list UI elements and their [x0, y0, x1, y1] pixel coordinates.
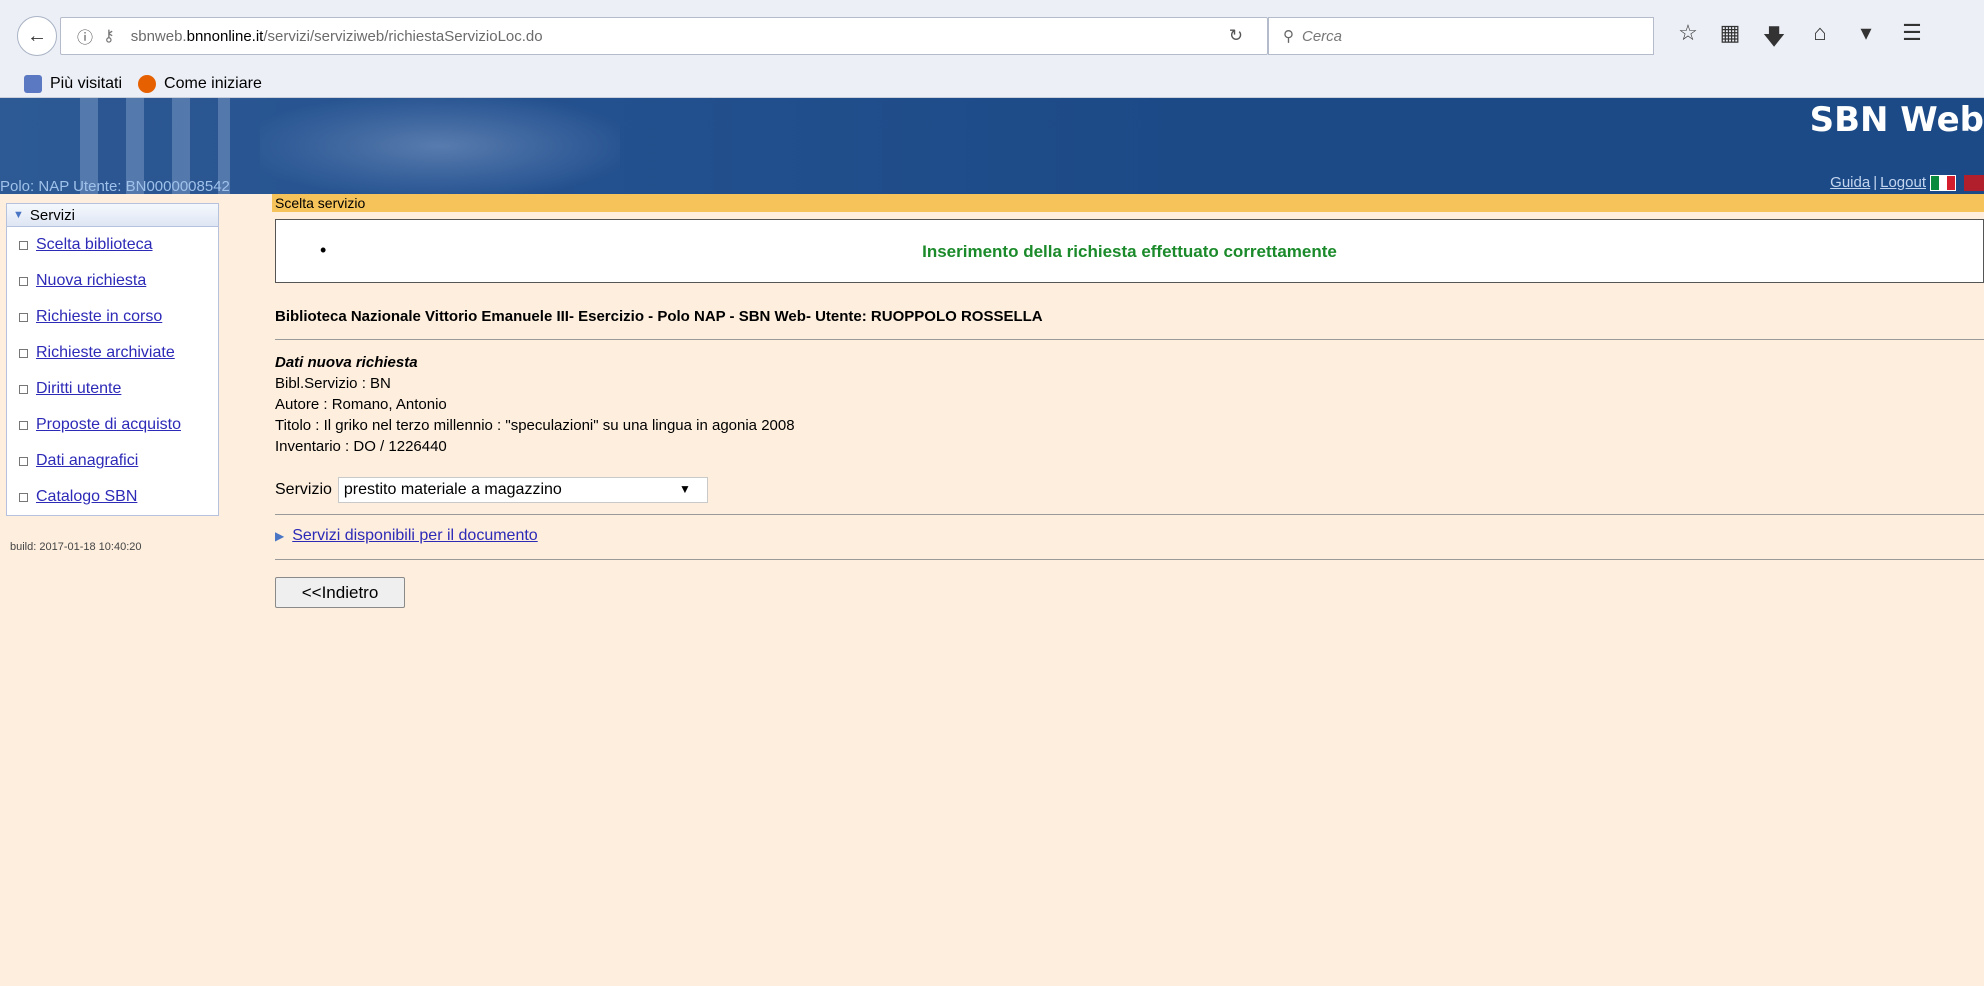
uk-flag-icon[interactable] [1964, 174, 1984, 191]
collapse-triangle-icon: ▼ [13, 209, 24, 221]
titolo: Titolo : Il griko nel terzo millennio : … [275, 417, 795, 434]
bullet-square-icon [19, 384, 28, 394]
url-bar[interactable]: ⓘ ⚷ sbnweb. bnnonline.it/servizi/serviziw… [60, 17, 1268, 55]
bookmarks-bar: Più visitati Come iniziare [0, 70, 1984, 98]
details-heading: Dati nuova richiesta [275, 354, 418, 371]
pocket-icon[interactable]: ▾ [1852, 20, 1880, 46]
star-icon[interactable]: ☆ [1674, 20, 1702, 46]
success-message: Inserimento della richiesta effettuato c… [922, 242, 1337, 261]
success-message-box: • Inserimento della richiesta effettuato… [275, 219, 1984, 283]
servizio-selected-value: prestito materiale a magazzino [343, 481, 562, 498]
servizi-disponibili-row: ▶ Servizi disponibili per il documento [275, 527, 538, 545]
divider [275, 514, 1984, 515]
autore: Autore : Romano, Antonio [275, 396, 447, 413]
bookmark-piu-visitati[interactable]: Più visitati [24, 74, 122, 93]
servizio-row: Servizio prestito materiale a magazzino … [275, 477, 708, 503]
url-host: bnnonline.it [186, 27, 264, 45]
browser-toolbar: ← ⓘ ⚷ sbnweb. bnnonline.it/servizi/serviz… [0, 0, 1984, 70]
sidebar-item-scelta-biblioteca[interactable]: Scelta biblioteca [7, 227, 218, 263]
bullet-square-icon [19, 348, 28, 358]
inventario: Inventario : DO / 1226440 [275, 438, 447, 455]
sidebar-item-richieste-archiviate[interactable]: Richieste archiviate [7, 335, 218, 371]
sidebar-item-proposte-di-acquisto[interactable]: Proposte di acquisto [7, 407, 218, 443]
expand-triangle-icon[interactable]: ▶ [275, 529, 284, 543]
chevron-down-icon: ▼ [679, 482, 691, 496]
divider [275, 559, 1984, 560]
bullet-square-icon [19, 276, 28, 286]
download-icon[interactable]: 🡇 [1760, 20, 1788, 58]
bookmark-come-iniziare[interactable]: Come iniziare [138, 74, 262, 93]
bookmark-folder-icon [24, 74, 42, 93]
indietro-button[interactable]: <<Indietro [275, 577, 405, 608]
link-separator: | [1873, 174, 1878, 191]
sidebar: ▼ Servizi Scelta biblioteca Nuova richie… [6, 203, 219, 516]
home-icon[interactable]: ⌂ [1806, 20, 1834, 46]
servizio-label: Servizio [275, 481, 332, 498]
italian-flag-icon[interactable] [1930, 174, 1956, 191]
banner-decoration-image [260, 98, 620, 194]
search-placeholder: Cerca [1302, 27, 1343, 45]
sidebar-item-catalogo-sbn[interactable]: Catalogo SBN [7, 479, 218, 515]
bullet-square-icon [19, 456, 28, 466]
sidebar-item-diritti-utente[interactable]: Diritti utente [7, 371, 218, 407]
guida-link[interactable]: Guida [1830, 174, 1870, 191]
section-tab: Scelta servizio [272, 194, 1984, 212]
site-title: SBN Web [1809, 100, 1984, 140]
info-icon[interactable]: ⓘ [77, 24, 93, 48]
servizio-select[interactable]: prestito materiale a magazzino ▼ [337, 477, 708, 503]
key-icon: ⚷ [103, 28, 115, 45]
url-path: /servizi/serviziweb/richiestaServizioLoc… [263, 27, 543, 45]
bibl-servizio: Bibl.Servizio : BN [275, 375, 391, 392]
servizi-disponibili-link[interactable]: Servizi disponibili per il documento [292, 527, 537, 545]
divider [275, 339, 1984, 340]
bullet-square-icon [19, 240, 28, 250]
url-prefix: sbnweb. [130, 27, 187, 45]
bullet-square-icon [19, 312, 28, 322]
menu-icon[interactable]: ☰ [1898, 20, 1926, 46]
header-links: Guida | Logout [1830, 174, 1984, 191]
sidebar-item-dati-anagrafici[interactable]: Dati anagrafici [7, 443, 218, 479]
request-details: Dati nuova richiesta Bibl.Servizio : BN … [275, 352, 795, 457]
user-polo-info: Polo: NAP Utente: BN0000008542 [0, 178, 230, 195]
site-header-banner [0, 98, 1984, 194]
search-icon: ⚲ [1283, 28, 1294, 45]
sidebar-header[interactable]: ▼ Servizi [7, 204, 218, 227]
reading-list-icon[interactable]: ▦ [1716, 20, 1744, 46]
library-user-line: Biblioteca Nazionale Vittorio Emanuele I… [275, 308, 1043, 325]
arrow-left-icon: ← [27, 24, 47, 47]
browser-back-button[interactable]: ← [17, 16, 57, 56]
sidebar-item-richieste-in-corso[interactable]: Richieste in corso [7, 299, 218, 335]
firefox-icon [138, 74, 157, 93]
bullet-square-icon [19, 492, 28, 502]
bullet-square-icon [19, 420, 28, 430]
reload-icon[interactable]: ↻ [1229, 26, 1243, 46]
build-info: build: 2017-01-18 10:40:20 [10, 541, 142, 553]
sidebar-item-nuova-richiesta[interactable]: Nuova richiesta [7, 263, 218, 299]
logout-link[interactable]: Logout [1880, 174, 1926, 191]
browser-search-input[interactable]: ⚲ Cerca [1268, 17, 1654, 55]
